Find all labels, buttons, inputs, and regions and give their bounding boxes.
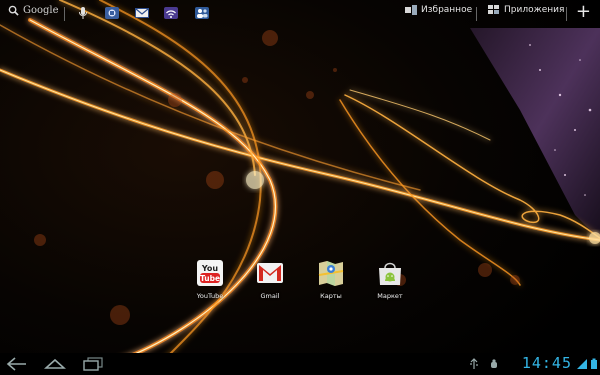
app-label: Карты (320, 292, 342, 300)
google-search-widget[interactable]: Google (8, 5, 59, 16)
usb-icon[interactable] (468, 358, 480, 370)
app-label: Gmail (260, 292, 280, 300)
divider (476, 7, 477, 21)
back-icon[interactable] (6, 356, 28, 372)
search-label: Google (23, 5, 59, 16)
search-icon (8, 5, 19, 16)
app-gmail[interactable]: Gmail (250, 259, 290, 300)
app-market[interactable]: Маркет (370, 259, 410, 300)
app-youtube[interactable]: You Tube YouTube (190, 259, 230, 300)
people-icon[interactable] (194, 6, 210, 20)
widgets-icon (405, 5, 417, 15)
maps-icon (318, 261, 344, 286)
apps-label: Приложения (504, 5, 565, 15)
svg-text:You: You (201, 264, 219, 273)
debug-icon[interactable] (488, 358, 500, 370)
svg-text:Tube: Tube (200, 274, 220, 283)
app-label: Маркет (377, 292, 403, 300)
divider (64, 7, 65, 21)
apps-grid-icon (488, 5, 499, 14)
email-icon[interactable] (134, 6, 150, 20)
market-icon (379, 262, 401, 285)
system-top-bar: Google Избранное Приложения + (0, 0, 600, 28)
divider (566, 7, 567, 21)
home-screen: Google Избранное Приложения + You Tube Y… (0, 0, 600, 375)
apps-button[interactable]: Приложения (488, 5, 564, 15)
app-label: YouTube (196, 292, 224, 300)
wifi-signal-icon[interactable] (576, 358, 588, 370)
wifi-icon[interactable] (163, 6, 179, 20)
voice-search-icon[interactable] (104, 6, 120, 20)
battery-icon[interactable] (590, 358, 598, 370)
wallpaper (0, 0, 600, 375)
app-maps[interactable]: Карты (311, 259, 351, 300)
system-navigation-bar: 14:45 (0, 353, 600, 375)
add-button[interactable]: + (576, 1, 591, 23)
gmail-icon (257, 263, 283, 283)
youtube-icon: You Tube (197, 260, 223, 286)
microphone-icon[interactable] (75, 6, 91, 20)
status-clock[interactable]: 14:45 (522, 354, 572, 372)
favorites-label: Избранное (421, 5, 473, 15)
home-icon[interactable] (44, 356, 66, 372)
favorites-button[interactable]: Избранное (405, 5, 472, 15)
recent-apps-icon[interactable] (82, 356, 104, 372)
